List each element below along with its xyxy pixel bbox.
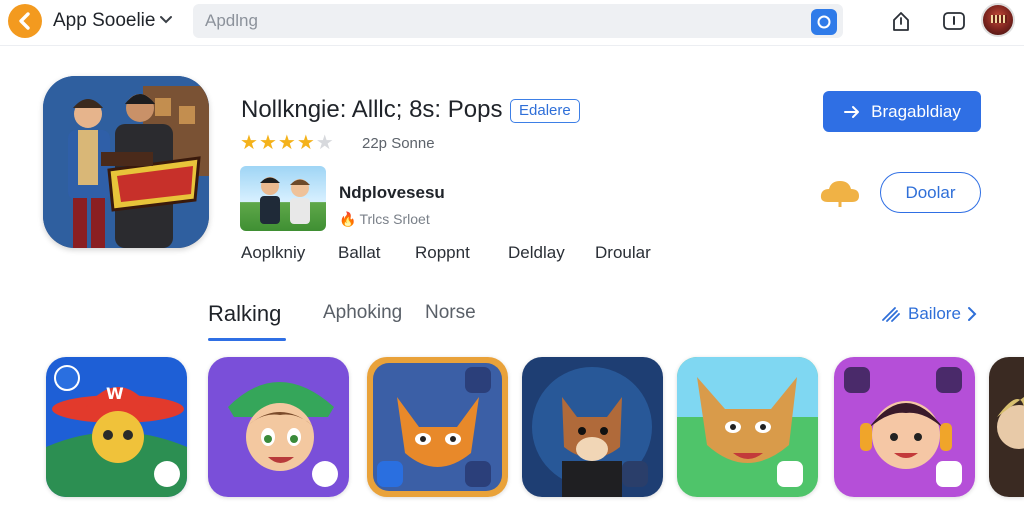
- logo-back-icon[interactable]: [8, 4, 42, 38]
- hero-app-icon[interactable]: [43, 76, 209, 248]
- active-tab-indicator: [208, 338, 286, 341]
- sparkle-icon: [882, 307, 900, 322]
- star-icon: ★: [296, 132, 315, 154]
- see-more-label: Bailore: [908, 304, 961, 323]
- app-tile-7-partial[interactable]: [989, 357, 1024, 497]
- search-bar: [193, 4, 843, 38]
- chevron-down-icon[interactable]: [158, 11, 174, 32]
- search-input[interactable]: [205, 4, 805, 38]
- meta-item: Ballat: [338, 243, 381, 262]
- developer-subtitle: 🔥 Trlcs Srloet: [339, 211, 430, 228]
- star-icon: ★: [277, 132, 296, 154]
- editor-badge: Edalere: [510, 99, 580, 123]
- rating-count: 22p Sonne: [362, 135, 435, 152]
- badge-icon: [54, 365, 80, 391]
- developer-subtitle-text: Trlcs Srloet: [359, 211, 430, 227]
- badge-icon: [154, 461, 180, 487]
- meta-item: Aoplkniy: [241, 243, 306, 262]
- app-title-heading: Nollkngie: Alllc; 8s: Pops: [241, 96, 503, 123]
- install-button-label: Bragabldiay: [871, 101, 961, 121]
- star-icon: ★: [240, 132, 258, 154]
- developer-name[interactable]: Ndplovesesu: [339, 183, 445, 203]
- top-bar: App Sooelie: [0, 0, 1024, 46]
- tab-norse[interactable]: Norse: [425, 302, 476, 324]
- badge-icon: [936, 461, 962, 487]
- search-icon[interactable]: [811, 9, 837, 35]
- badge-icon: [844, 367, 870, 393]
- svg-text:W: W: [106, 384, 124, 403]
- install-button[interactable]: Bragabldiay: [823, 91, 981, 132]
- badge-icon: [465, 461, 491, 487]
- app-tile-1[interactable]: W: [46, 357, 187, 497]
- avatar[interactable]: [981, 3, 1015, 37]
- app-tile-4[interactable]: [522, 357, 663, 497]
- app-tile-5[interactable]: [677, 357, 818, 497]
- badge-icon: [377, 461, 403, 487]
- badge-icon: [936, 367, 962, 393]
- badge-icon: [465, 367, 491, 393]
- meta-item: Droular: [595, 243, 651, 262]
- tab-aphoking[interactable]: Aphoking: [323, 302, 402, 324]
- info-icon[interactable]: [941, 8, 967, 34]
- arrow-right-icon: [844, 105, 860, 118]
- rating-stars: ★ ★ ★ ★ ★: [240, 132, 334, 154]
- badge-icon: [622, 461, 648, 487]
- tab-ralking[interactable]: Ralking: [208, 301, 281, 327]
- flame-icon: 🔥: [339, 211, 357, 227]
- app-tile-2[interactable]: [208, 357, 349, 497]
- star-empty-icon: ★: [315, 132, 334, 154]
- meta-item: Deldlay: [508, 243, 565, 262]
- share-icon[interactable]: [888, 8, 914, 34]
- app-title[interactable]: App Sooelie: [53, 10, 155, 32]
- chevron-right-icon: [967, 307, 977, 321]
- developer-thumbnail[interactable]: [240, 166, 326, 231]
- app-tile-6[interactable]: [834, 357, 975, 497]
- star-icon: ★: [258, 132, 277, 154]
- see-more-link[interactable]: Bailore: [880, 304, 977, 324]
- app-tile-3[interactable]: [367, 357, 508, 497]
- meta-item: Roppnt: [415, 243, 470, 262]
- badge-icon: [777, 461, 803, 487]
- badge-icon: [312, 461, 338, 487]
- secondary-button[interactable]: Doolar: [880, 172, 981, 213]
- cloud-icon[interactable]: [818, 176, 862, 213]
